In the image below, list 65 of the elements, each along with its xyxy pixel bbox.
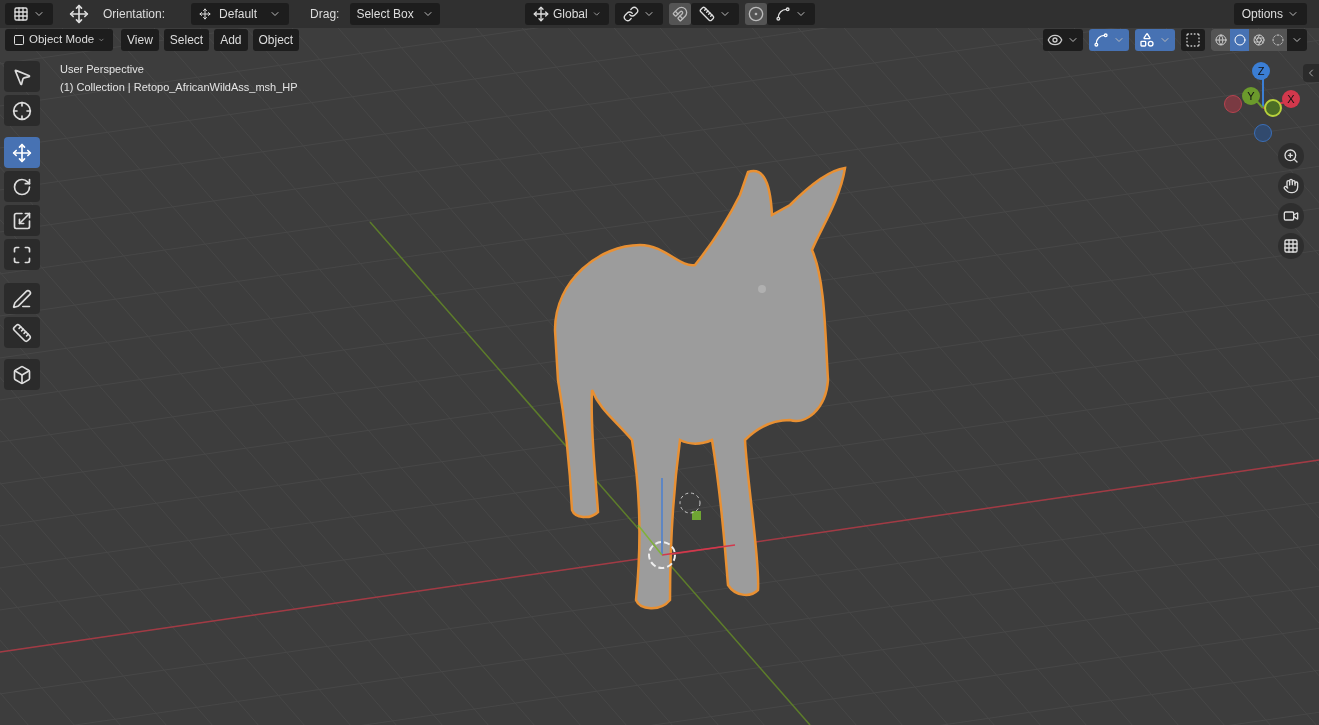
menu-button[interactable]: Select xyxy=(163,29,210,51)
select-box-tool-button[interactable] xyxy=(4,61,40,92)
overlays-toggle[interactable] xyxy=(1135,29,1175,51)
annotate-tool-button[interactable] xyxy=(4,283,40,314)
transform-icon xyxy=(12,244,32,265)
measure-tool-button[interactable] xyxy=(4,317,40,348)
active-object-label: (1) Collection | Retopo_AfricanWildAss_msh_HP xyxy=(60,80,298,95)
object-mode-icon xyxy=(13,34,25,46)
move-tool-button[interactable] xyxy=(4,137,40,168)
rotate-tool-button[interactable] xyxy=(4,171,40,202)
rendered-shading-button[interactable] xyxy=(1268,29,1287,51)
wireframe-shading-button[interactable] xyxy=(1211,29,1230,51)
move-icon xyxy=(12,142,32,163)
menu-button[interactable]: Add xyxy=(214,29,248,51)
editor-type-button[interactable] xyxy=(5,3,53,25)
magnet-icon xyxy=(672,6,688,22)
orientation-dropdown[interactable]: Default xyxy=(191,3,290,25)
orientation-label: Orientation: xyxy=(103,6,166,23)
snap-button[interactable] xyxy=(669,3,691,25)
falloff-curve-icon xyxy=(775,6,791,22)
drag-label: Drag: xyxy=(310,6,340,23)
options-dropdown[interactable]: Options xyxy=(1233,3,1307,25)
annotate-icon xyxy=(12,288,32,309)
xray-toggle[interactable] xyxy=(1181,29,1205,51)
xray-icon xyxy=(1185,32,1201,48)
add-cube-icon xyxy=(12,364,32,385)
menu-button[interactable]: View xyxy=(121,29,159,51)
add-cube-tool-button[interactable] xyxy=(4,359,40,390)
rendered-icon xyxy=(1271,34,1284,46)
zoom-icon xyxy=(1283,148,1299,164)
gizmo-icon xyxy=(1093,32,1109,48)
pivot-point-button[interactable] xyxy=(615,3,663,25)
move-mode-icon xyxy=(69,4,89,24)
gizmo-toggle[interactable] xyxy=(1089,29,1129,51)
mode-dropdown[interactable]: Object Mode xyxy=(5,29,113,51)
snap-target-button[interactable] xyxy=(691,3,739,25)
scale-tool-button[interactable] xyxy=(4,205,40,236)
menu-button[interactable]: Object xyxy=(252,29,300,51)
view-name-label: User Perspective xyxy=(60,62,145,77)
solid-shading-button[interactable] xyxy=(1230,29,1249,51)
wireframe-icon xyxy=(1214,34,1227,46)
camera-icon xyxy=(1283,208,1299,224)
hand-icon xyxy=(1283,178,1299,194)
proportional-edit-button[interactable] xyxy=(745,3,767,25)
transform-tool-button[interactable] xyxy=(4,239,40,270)
visibility-icon xyxy=(1047,32,1063,48)
scale-icon xyxy=(12,210,32,231)
overlays-icon xyxy=(1139,32,1155,48)
grid-icon xyxy=(1283,238,1299,254)
solid-icon xyxy=(1233,34,1246,46)
editor-type-icon xyxy=(13,6,29,22)
snap-target-icon xyxy=(699,6,715,22)
falloff-button[interactable] xyxy=(767,3,815,25)
transform-orientation-dropdown[interactable]: Global xyxy=(525,3,609,25)
sidebar-collapse-button[interactable] xyxy=(1303,64,1319,82)
drag-dropdown[interactable]: Select Box xyxy=(350,3,441,25)
proportional-edit-icon xyxy=(748,6,764,22)
rotate-icon xyxy=(12,176,32,197)
material-icon xyxy=(1252,34,1265,46)
material-shading-button[interactable] xyxy=(1249,29,1268,51)
visibility-toggle[interactable] xyxy=(1043,29,1083,51)
cursor-tool-button[interactable] xyxy=(4,95,40,126)
link-icon xyxy=(623,6,639,22)
measure-icon xyxy=(12,322,32,343)
cursor-icon xyxy=(12,100,32,121)
